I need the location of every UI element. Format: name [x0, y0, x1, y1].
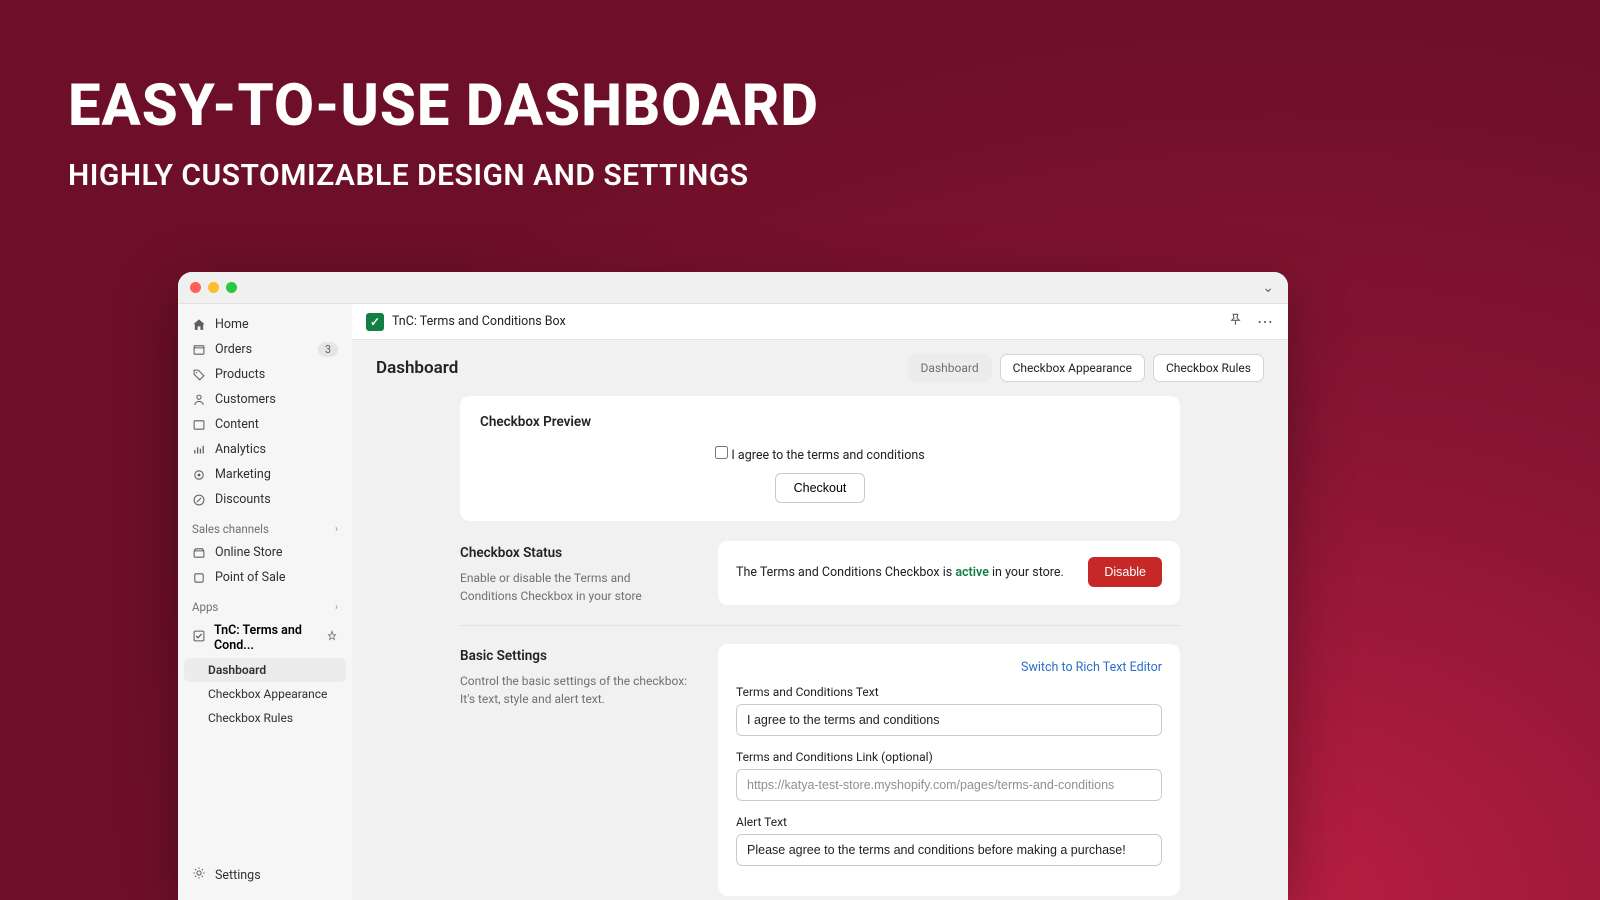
preview-card: Checkbox Preview I agree to the terms an…: [460, 396, 1180, 521]
page-title: Dashboard: [376, 358, 458, 378]
disable-button[interactable]: Disable: [1088, 557, 1162, 587]
chevron-right-icon: ›: [335, 524, 338, 535]
sidebar-label: TnC: Terms and Cond...: [214, 623, 318, 653]
window-titlebar: ⌄: [178, 272, 1288, 304]
terms-text-input[interactable]: [736, 704, 1162, 736]
maximize-dot[interactable]: [226, 282, 237, 293]
sidebar-item-products[interactable]: Products: [178, 362, 352, 387]
sidebar-item-content[interactable]: Content: [178, 412, 352, 437]
target-icon: [192, 468, 206, 482]
sidebar-label: Content: [215, 417, 259, 432]
preview-checkbox[interactable]: [715, 446, 728, 459]
checkout-button[interactable]: Checkout: [775, 473, 866, 503]
marketing-title: EASY-TO-USE DASHBOARD: [68, 72, 819, 140]
content-area: TnC: Terms and Conditions Box ⋯ Dashboar…: [352, 304, 1288, 900]
sales-channels-header[interactable]: Sales channels›: [178, 512, 352, 540]
content-icon: [192, 418, 206, 432]
alert-text-input[interactable]: [736, 834, 1162, 866]
app-window: ⌄ Home Orders 3 Products Customers Conten…: [178, 272, 1288, 900]
sidebar-item-pos[interactable]: Point of Sale: [178, 565, 352, 590]
sidebar-label: Point of Sale: [215, 570, 286, 585]
status-card: The Terms and Conditions Checkbox is act…: [718, 541, 1180, 605]
divider: [460, 625, 1180, 626]
sidebar-item-online-store[interactable]: Online Store: [178, 540, 352, 565]
pin-icon[interactable]: [326, 630, 338, 646]
sidebar-label: Products: [215, 367, 265, 382]
tab-dashboard[interactable]: Dashboard: [908, 354, 992, 382]
pos-icon: [192, 571, 206, 585]
basic-settings-card: Switch to Rich Text Editor Terms and Con…: [718, 644, 1180, 896]
sidebar-item-discounts[interactable]: Discounts: [178, 487, 352, 512]
subnav-checkbox-appearance[interactable]: Checkbox Appearance: [178, 682, 352, 706]
preview-checkbox-label: I agree to the terms and conditions: [731, 448, 924, 463]
close-dot[interactable]: [190, 282, 201, 293]
preview-checkbox-row[interactable]: I agree to the terms and conditions: [715, 448, 924, 463]
pin-icon[interactable]: [1228, 312, 1243, 331]
orders-icon: [192, 343, 206, 357]
tag-icon: [192, 368, 206, 382]
person-icon: [192, 393, 206, 407]
chevron-right-icon: ›: [335, 602, 338, 613]
sidebar-label: Discounts: [215, 492, 271, 507]
subnav-checkbox-rules[interactable]: Checkbox Rules: [178, 706, 352, 730]
section-desc: Control the basic settings of the checkb…: [460, 672, 690, 708]
sidebar-item-marketing[interactable]: Marketing: [178, 462, 352, 487]
field-label: Terms and Conditions Link (optional): [736, 750, 1162, 764]
gear-icon: [192, 866, 206, 884]
sidebar-label: Marketing: [215, 467, 271, 482]
tab-checkbox-appearance[interactable]: Checkbox Appearance: [1000, 354, 1145, 382]
sidebar-item-orders[interactable]: Orders 3: [178, 337, 352, 362]
app-title: TnC: Terms and Conditions Box: [392, 314, 566, 329]
app-logo-icon: [366, 313, 384, 331]
store-icon: [192, 546, 206, 560]
analytics-icon: [192, 443, 206, 457]
sidebar-app-item[interactable]: TnC: Terms and Cond...: [178, 618, 352, 658]
more-icon[interactable]: ⋯: [1257, 312, 1274, 331]
home-icon: [192, 318, 206, 332]
sidebar-label: Customers: [215, 392, 276, 407]
orders-badge: 3: [318, 342, 338, 357]
section-title: Checkbox Status: [460, 545, 690, 561]
minimize-dot[interactable]: [208, 282, 219, 293]
sidebar-label: Online Store: [215, 545, 282, 560]
sidebar-item-customers[interactable]: Customers: [178, 387, 352, 412]
section-title: Basic Settings: [460, 648, 690, 664]
sidebar-item-settings[interactable]: Settings: [178, 858, 352, 892]
card-title: Checkbox Preview: [480, 414, 1160, 430]
section-desc: Enable or disable the Terms and Conditio…: [460, 569, 690, 605]
subnav-dashboard[interactable]: Dashboard: [184, 658, 346, 682]
apps-header[interactable]: Apps›: [178, 590, 352, 618]
chevron-down-icon[interactable]: ⌄: [1262, 280, 1274, 296]
page-header: Dashboard Dashboard Checkbox Appearance …: [352, 340, 1288, 396]
tab-checkbox-rules[interactable]: Checkbox Rules: [1153, 354, 1264, 382]
terms-link-input[interactable]: [736, 769, 1162, 801]
sidebar-label: Orders: [215, 342, 252, 357]
sidebar-label: Analytics: [215, 442, 266, 457]
sidebar-label: Home: [215, 317, 249, 332]
sidebar-item-analytics[interactable]: Analytics: [178, 437, 352, 462]
field-label: Terms and Conditions Text: [736, 685, 1162, 699]
sidebar-label: Settings: [215, 868, 261, 883]
sidebar: Home Orders3 Products Customers Content …: [178, 304, 352, 900]
status-text: The Terms and Conditions Checkbox is act…: [736, 565, 1064, 580]
switch-editor-link[interactable]: Switch to Rich Text Editor: [736, 660, 1162, 675]
field-label: Alert Text: [736, 815, 1162, 829]
marketing-subtitle: HIGHLY CUSTOMIZABLE DESIGN AND SETTINGS: [68, 158, 749, 193]
sidebar-item-home[interactable]: Home: [178, 312, 352, 337]
checkbox-icon: [192, 629, 206, 647]
app-topbar: TnC: Terms and Conditions Box ⋯: [352, 304, 1288, 340]
discount-icon: [192, 493, 206, 507]
